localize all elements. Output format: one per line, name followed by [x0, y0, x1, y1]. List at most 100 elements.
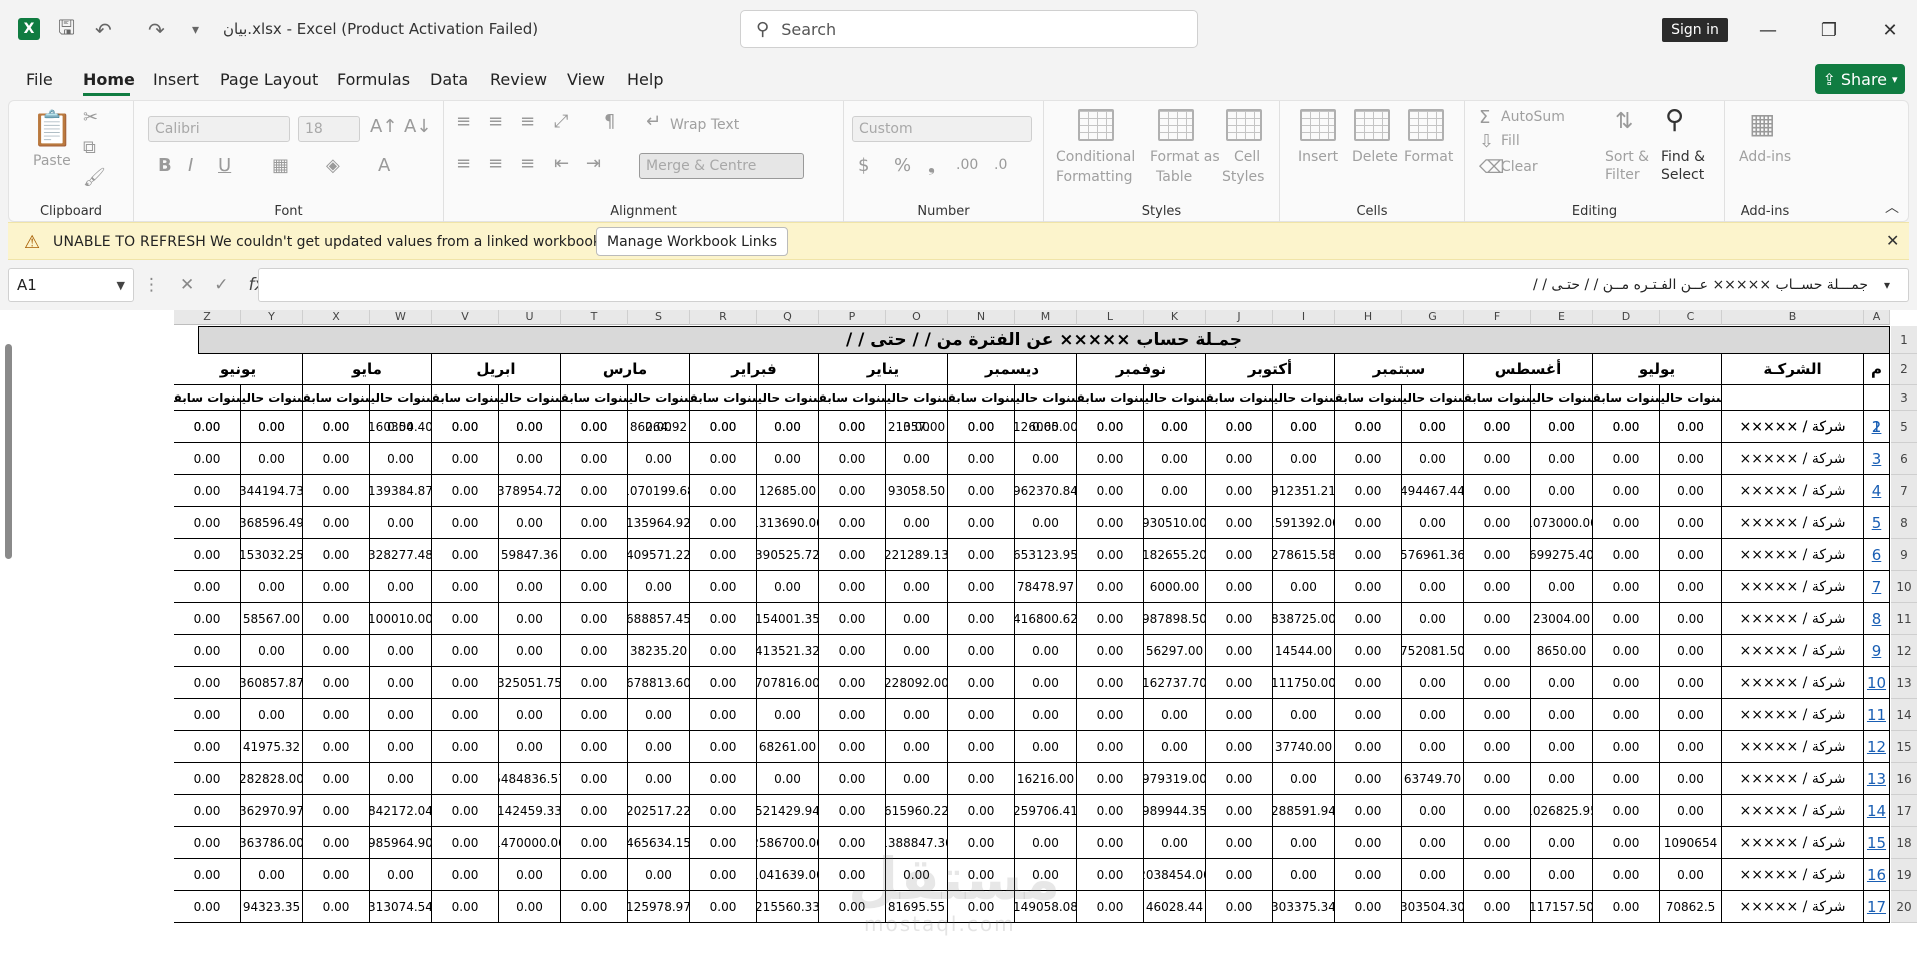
- value-cell[interactable]: 0.00: [948, 539, 1015, 571]
- column-header-k[interactable]: K: [1144, 310, 1206, 325]
- value-cell[interactable]: 0.00: [1531, 411, 1593, 443]
- row-header[interactable]: 6: [1891, 443, 1917, 475]
- value-cell[interactable]: 142459.33: [499, 795, 561, 827]
- value-cell[interactable]: 0.00: [628, 699, 690, 731]
- value-cell[interactable]: 0.00: [1660, 859, 1722, 891]
- value-cell[interactable]: 0.00: [819, 571, 886, 603]
- value-cell[interactable]: 0.00: [1206, 827, 1273, 859]
- value-cell[interactable]: 0.00: [241, 635, 303, 667]
- value-cell[interactable]: 0.00: [303, 539, 370, 571]
- value-cell[interactable]: 0.00: [1464, 763, 1531, 795]
- value-cell[interactable]: 0.00: [303, 667, 370, 699]
- column-header-y[interactable]: Y: [241, 310, 303, 325]
- row-header[interactable]: 15: [1891, 731, 1917, 763]
- value-cell[interactable]: 0.00: [561, 603, 628, 635]
- minimize-icon[interactable]: —: [1753, 16, 1783, 44]
- value-cell[interactable]: 576961.36: [1402, 539, 1464, 571]
- value-cell[interactable]: 228092.00: [886, 667, 948, 699]
- value-cell[interactable]: 0.00: [690, 827, 757, 859]
- row-number[interactable]: 7: [1864, 571, 1890, 603]
- value-cell[interactable]: 0.00: [370, 859, 432, 891]
- value-cell[interactable]: 0.00: [370, 667, 432, 699]
- column-header-n[interactable]: N: [948, 310, 1015, 325]
- value-cell[interactable]: 0.00: [1660, 667, 1722, 699]
- value-cell[interactable]: 0.00: [303, 411, 370, 443]
- value-cell[interactable]: 0.00: [432, 603, 499, 635]
- value-cell[interactable]: 0.00: [1660, 635, 1722, 667]
- value-cell[interactable]: 0.00: [432, 731, 499, 763]
- cut-icon[interactable]: ✂: [83, 107, 98, 128]
- value-cell[interactable]: 0.00: [1144, 731, 1206, 763]
- value-cell[interactable]: 0.00: [1206, 635, 1273, 667]
- value-cell[interactable]: 0.00: [432, 507, 499, 539]
- row-header[interactable]: 7: [1891, 475, 1917, 507]
- value-cell[interactable]: 0.00: [1077, 443, 1144, 475]
- value-cell[interactable]: 1073000.00: [1531, 507, 1593, 539]
- value-cell[interactable]: 0.00: [241, 859, 303, 891]
- value-cell[interactable]: 0.00: [561, 443, 628, 475]
- align-center-icon[interactable]: ≡: [488, 153, 503, 174]
- value-cell[interactable]: 0.00: [1335, 635, 1402, 667]
- row-number-link[interactable]: 9: [1872, 642, 1882, 660]
- value-cell[interactable]: 0.00: [1531, 443, 1593, 475]
- value-cell[interactable]: 0.00: [432, 667, 499, 699]
- value-cell[interactable]: 912351.21: [1273, 475, 1335, 507]
- value-cell[interactable]: 0.00: [886, 635, 948, 667]
- font-size-select[interactable]: 18: [298, 116, 360, 142]
- previous-years-header[interactable]: سنوات سابقة: [1335, 385, 1402, 411]
- value-cell[interactable]: 0.00: [303, 571, 370, 603]
- format-cells-icon[interactable]: [1408, 109, 1444, 141]
- value-cell[interactable]: 0.00: [948, 443, 1015, 475]
- value-cell[interactable]: 0.00: [1273, 571, 1335, 603]
- delete-cells-icon[interactable]: [1354, 109, 1390, 141]
- value-cell[interactable]: 0.00: [1077, 635, 1144, 667]
- value-cell[interactable]: 0.00: [886, 699, 948, 731]
- increase-indent-icon[interactable]: ⇥: [586, 153, 601, 174]
- column-header-m[interactable]: م: [1864, 354, 1890, 385]
- column-header-q[interactable]: Q: [757, 310, 819, 325]
- value-cell[interactable]: 1090654: [1660, 827, 1722, 859]
- conditional-formatting-label-1[interactable]: Conditional: [1056, 149, 1135, 165]
- value-cell[interactable]: 0.00: [757, 699, 819, 731]
- previous-years-header[interactable]: سنوات سابقة: [819, 385, 886, 411]
- company-name-cell[interactable]: شركة / ×××××: [1722, 795, 1864, 827]
- value-cell[interactable]: 615960.22: [886, 795, 948, 827]
- value-cell[interactable]: 0.00: [1077, 859, 1144, 891]
- value-cell[interactable]: 0.00: [370, 731, 432, 763]
- value-cell[interactable]: 0.00: [1531, 731, 1593, 763]
- value-cell[interactable]: 6000.00: [1144, 571, 1206, 603]
- value-cell[interactable]: 360857.87: [241, 667, 303, 699]
- value-cell[interactable]: 0.00: [499, 859, 561, 891]
- value-cell[interactable]: 838725.00: [1273, 603, 1335, 635]
- value-cell[interactable]: 282828.00: [241, 763, 303, 795]
- increase-font-icon[interactable]: A↑: [370, 116, 397, 137]
- row-number[interactable]: 2: [1864, 411, 1890, 443]
- month-header[interactable]: فبراير: [690, 354, 819, 385]
- value-cell[interactable]: 0.00: [948, 571, 1015, 603]
- column-header-l[interactable]: L: [1077, 310, 1144, 325]
- row-number[interactable]: 14: [1864, 795, 1890, 827]
- find-select-label-1[interactable]: Find &: [1661, 149, 1705, 165]
- value-cell[interactable]: 0.00: [757, 763, 819, 795]
- delete-cells-label[interactable]: Delete: [1352, 149, 1398, 165]
- value-cell[interactable]: 409571.22: [628, 539, 690, 571]
- value-cell[interactable]: 0.00: [1015, 443, 1077, 475]
- column-header-u[interactable]: U: [499, 310, 561, 325]
- value-cell[interactable]: 0.00: [561, 635, 628, 667]
- value-cell[interactable]: 0.00: [1273, 699, 1335, 731]
- value-cell[interactable]: 979319.00: [1144, 763, 1206, 795]
- row-number[interactable]: 16: [1864, 859, 1890, 891]
- value-cell[interactable]: 0.00: [1402, 603, 1464, 635]
- share-button[interactable]: ⇪ Share ▾: [1815, 64, 1905, 94]
- company-name-cell[interactable]: شركة / ×××××: [1722, 443, 1864, 475]
- value-cell[interactable]: 0.00: [1593, 571, 1660, 603]
- row-number-link[interactable]: 14: [1867, 802, 1886, 820]
- value-cell[interactable]: 0.00: [174, 443, 241, 475]
- expand-formula-icon[interactable]: ▾: [1884, 278, 1891, 292]
- value-cell[interactable]: 0.00: [1144, 443, 1206, 475]
- value-cell[interactable]: 0.00: [819, 763, 886, 795]
- value-cell[interactable]: 0.00: [499, 699, 561, 731]
- value-cell[interactable]: 0.00: [1593, 859, 1660, 891]
- value-cell[interactable]: 0.00: [757, 571, 819, 603]
- value-cell[interactable]: 0.00: [303, 475, 370, 507]
